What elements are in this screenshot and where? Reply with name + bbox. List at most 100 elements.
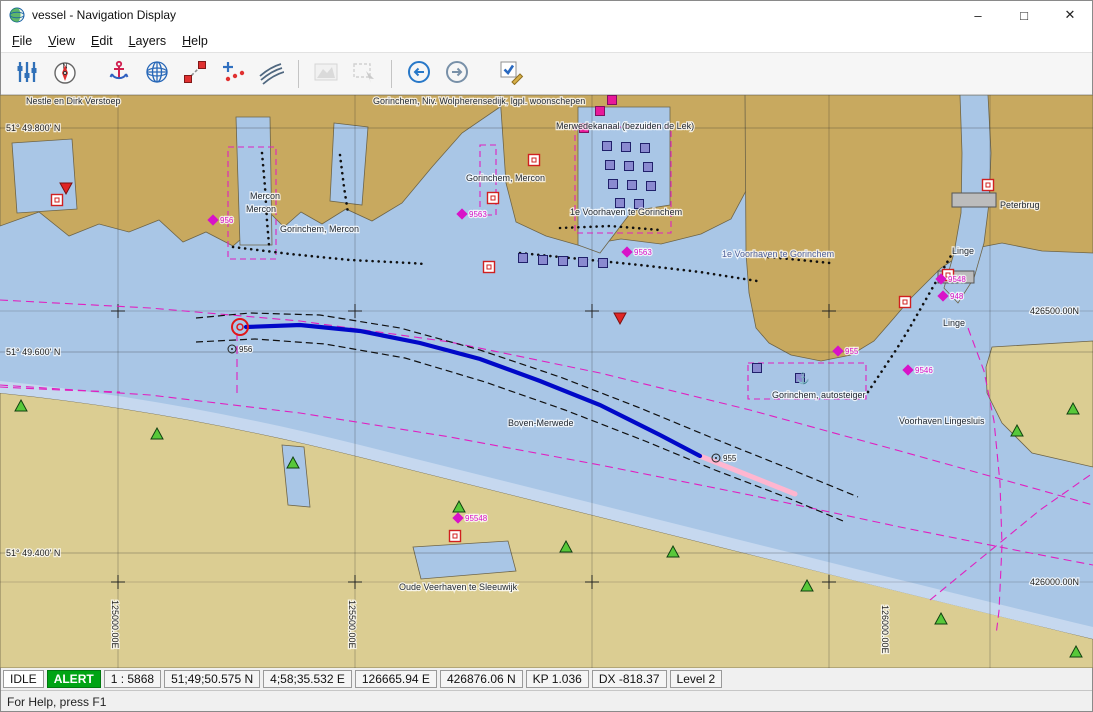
globe-button[interactable] — [138, 56, 176, 92]
waypoint-icon — [220, 59, 246, 88]
berth-symbol — [486, 191, 500, 205]
latitude-label: 51° 49.600' N — [6, 347, 60, 357]
chart-icon — [313, 59, 339, 88]
status-field: DX -818.37 — [591, 670, 667, 688]
toolbar: N — [0, 52, 1093, 95]
grid-coordinate-label: 426000.00N — [1030, 577, 1079, 587]
aid-number-label: 948 — [950, 292, 964, 301]
check-pen-icon — [498, 59, 524, 88]
second-inlet — [329, 122, 369, 206]
magenta-square-symbol — [607, 95, 617, 105]
berth-symbol — [981, 178, 995, 192]
status-field: 426876.06 N — [439, 670, 523, 688]
grid-coordinate-label: 126000.00E — [880, 605, 890, 654]
place-label: Gorinchem, Niv. Wolpherensedijk, lgpl. w… — [373, 96, 585, 106]
hectometre-dot — [231, 348, 233, 350]
line-icon — [182, 59, 208, 88]
place-label: Mercon — [250, 191, 280, 201]
place-label: Voorhaven Lingesluis — [899, 416, 985, 426]
parallel-routes-button[interactable] — [252, 56, 290, 92]
aid-number-label: 9548 — [948, 275, 966, 284]
display-settings-button[interactable] — [8, 56, 46, 92]
anchor-button[interactable] — [100, 56, 138, 92]
berth-symbol — [898, 295, 912, 309]
moored-vessel-symbol — [608, 179, 618, 189]
berth-symbol — [527, 153, 541, 167]
chart-area[interactable]: 956 9563 9563 955 9548 948 9546 95548 956 955 ⚓ Nes… — [0, 95, 1093, 668]
globe-icon — [144, 59, 170, 88]
compass-icon: N — [52, 59, 78, 88]
pond-top-left — [11, 138, 78, 214]
status-field: 1 : 5868 — [103, 670, 162, 688]
status-alert: ALERT — [46, 670, 101, 688]
forward-arrow-icon — [444, 59, 470, 88]
aid-number-label: 9563 — [634, 248, 652, 257]
place-label: Nestle en Dirk Verstoep — [26, 96, 121, 106]
place-label: Gorinchem, Mercon — [280, 224, 359, 234]
moored-vessel-symbol — [643, 162, 653, 172]
place-label: Gorinchem, Mercon — [466, 173, 545, 183]
aid-number-label: 95548 — [465, 514, 488, 523]
aid-number-label: 956 — [220, 216, 234, 225]
aid-number-label: 9563 — [469, 210, 487, 219]
previous-view-button[interactable] — [400, 56, 438, 92]
grid-coordinate-label: 426500.00N — [1030, 306, 1079, 316]
sliders-icon — [14, 59, 40, 88]
hectometre-dot — [715, 457, 717, 459]
toolbar-separator — [298, 59, 299, 88]
menu-help[interactable]: Help — [174, 32, 216, 50]
compass-button[interactable]: N — [46, 56, 84, 92]
place-label: Merwedekanaal (bezuiden de Lek) — [556, 121, 694, 131]
menu-layers[interactable]: Layers — [121, 32, 175, 50]
anchor-icon — [106, 59, 132, 88]
grid-coordinate-label: 125000.00E — [110, 600, 120, 649]
status-field: KP 1.036 — [525, 670, 589, 688]
moored-vessel-symbol — [598, 258, 608, 268]
menu-view[interactable]: View — [40, 32, 83, 50]
moored-vessel-symbol — [605, 160, 615, 170]
anchorage-icon: ⚓ — [796, 372, 810, 385]
latitude-label: 51° 49.400' N — [6, 548, 60, 558]
status-field: 4;58;35.532 E — [263, 670, 352, 688]
hectometre-label: 956 — [239, 345, 253, 354]
place-label: Linge — [943, 318, 965, 328]
magenta-square-symbol — [595, 106, 605, 116]
moored-vessel-symbol — [518, 253, 528, 263]
berth-symbol — [50, 193, 64, 207]
menu-bar: File View Edit Layers Help — [0, 30, 1093, 52]
window-controls: – □ ✕ — [955, 0, 1093, 30]
place-label: 1e Voorhaven te Gorinchem — [570, 207, 682, 217]
berth-symbol — [482, 260, 496, 274]
back-arrow-icon — [406, 59, 432, 88]
place-label: Peterbrug — [1000, 200, 1040, 210]
maximize-button[interactable]: □ — [1001, 0, 1047, 30]
bridge-symbol — [951, 192, 997, 208]
title-bar: vessel - Navigation Display – □ ✕ — [0, 0, 1093, 30]
hectometre-label: 955 — [723, 454, 737, 463]
moored-vessel-symbol — [558, 256, 568, 266]
minimize-button[interactable]: – — [955, 0, 1001, 30]
menu-file[interactable]: File — [4, 32, 40, 50]
chart-image-button — [307, 56, 345, 92]
moored-vessel-symbol — [538, 255, 548, 265]
validate-route-button[interactable] — [492, 56, 530, 92]
moored-vessel-symbol — [602, 141, 612, 151]
menu-edit[interactable]: Edit — [83, 32, 121, 50]
status-field: 51;49;50.575 N — [164, 670, 261, 688]
app-icon — [9, 7, 25, 23]
next-view-button[interactable] — [438, 56, 476, 92]
moored-vessel-symbol — [646, 181, 656, 191]
parallel-lines-icon — [258, 59, 285, 88]
status-bar: IDLE ALERT 1 : 5868 51;49;50.575 N 4;58;35.5… — [0, 668, 1093, 690]
status-idle: IDLE — [3, 670, 44, 688]
help-text: For Help, press F1 — [7, 694, 107, 709]
nautical-chart: 956 9563 9563 955 9548 948 9546 95548 956 955 ⚓ Nes… — [0, 95, 1093, 668]
select-area-button — [345, 56, 383, 92]
add-waypoint-button[interactable] — [214, 56, 252, 92]
place-label: Gorinchem, autosteiger — [772, 390, 866, 400]
draw-line-button[interactable] — [176, 56, 214, 92]
help-bar: For Help, press F1 — [0, 690, 1093, 712]
moored-vessel-symbol — [621, 142, 631, 152]
window-title: vessel - Navigation Display — [32, 8, 177, 22]
close-button[interactable]: ✕ — [1047, 0, 1093, 30]
